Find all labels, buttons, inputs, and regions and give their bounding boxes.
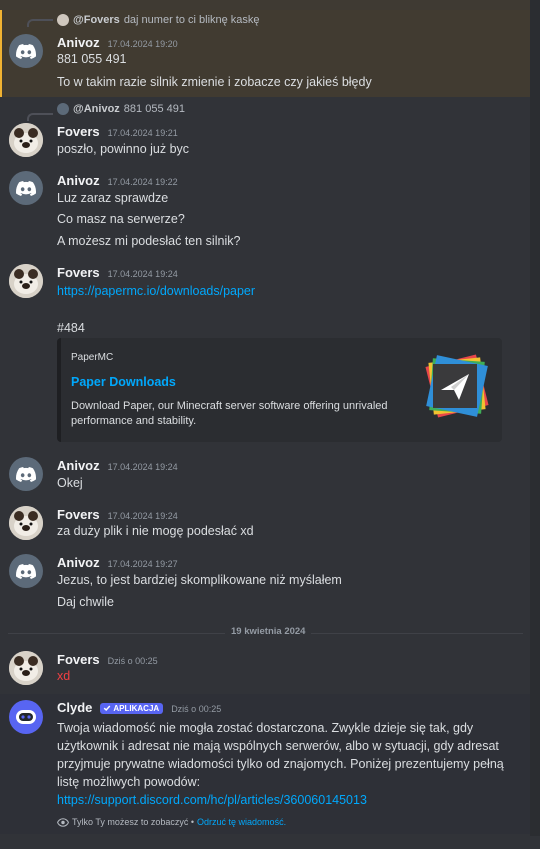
avatar[interactable] bbox=[9, 457, 43, 491]
message-text: #484 bbox=[57, 321, 85, 335]
avatar[interactable] bbox=[9, 651, 43, 685]
dismiss-message-link[interactable]: Odrzuć tę wiadomość. bbox=[197, 817, 286, 827]
message-header: Anivoz 17.04.2024 19:22 bbox=[57, 173, 178, 188]
user-avatar-image bbox=[9, 506, 43, 540]
message-header: Fovers 17.04.2024 19:24 bbox=[57, 265, 178, 280]
timestamp[interactable]: 17.04.2024 19:24 bbox=[108, 269, 178, 279]
user-avatar-image bbox=[9, 264, 43, 298]
message-header: Anivoz 17.04.2024 19:27 bbox=[57, 555, 178, 570]
message-text-failed: xd bbox=[57, 669, 71, 683]
author-name[interactable]: Fovers bbox=[57, 652, 100, 667]
message-text: za duży plik i nie mogę podesłać xd bbox=[57, 524, 254, 538]
author-name[interactable]: Fovers bbox=[57, 265, 100, 280]
author-name[interactable]: Fovers bbox=[57, 124, 100, 139]
timestamp[interactable]: 17.04.2024 19:27 bbox=[108, 559, 178, 569]
author-name[interactable]: Anivoz bbox=[57, 555, 100, 570]
reply-author[interactable]: @Fovers bbox=[73, 14, 120, 26]
message-text: Daj chwile bbox=[57, 595, 114, 609]
user-avatar-image bbox=[9, 123, 43, 157]
author-name[interactable]: Anivoz bbox=[57, 35, 100, 50]
timestamp[interactable]: 17.04.2024 19:24 bbox=[108, 462, 178, 472]
clyde-text: Twoja wiadomość nie mogła zostać dostarc… bbox=[57, 721, 504, 789]
message-text: Co masz na serwerze? bbox=[57, 212, 185, 226]
author-name[interactable]: Clyde bbox=[57, 700, 92, 715]
reply-avatar bbox=[57, 103, 69, 115]
avatar[interactable] bbox=[9, 123, 43, 157]
discord-logo-icon bbox=[16, 180, 36, 196]
date-divider: 19 kwietnia 2024 bbox=[225, 626, 312, 637]
avatar[interactable] bbox=[9, 700, 43, 734]
discord-logo-icon bbox=[16, 466, 36, 482]
link-embed: PaperMC Paper Downloads Download Paper, … bbox=[57, 338, 502, 442]
paper-plane-icon[interactable] bbox=[421, 352, 489, 420]
support-link[interactable]: https://support.discord.com/hc/pl/articl… bbox=[57, 793, 367, 807]
avatar[interactable] bbox=[9, 171, 43, 205]
ephemeral-text: Tylko Ty możesz to zobaczyć • bbox=[72, 817, 195, 827]
message-link[interactable]: https://papermc.io/downloads/paper bbox=[57, 284, 255, 298]
app-badge: APLIKACJA bbox=[100, 702, 164, 714]
check-icon bbox=[104, 705, 111, 712]
timestamp[interactable]: 17.04.2024 19:22 bbox=[108, 177, 178, 187]
message-header: Anivoz 17.04.2024 19:24 bbox=[57, 458, 178, 473]
discord-logo-icon bbox=[16, 43, 36, 59]
message-header: Anivoz 17.04.2024 19:20 bbox=[57, 35, 178, 50]
message-text: Luz zaraz sprawdze bbox=[57, 191, 169, 205]
timestamp[interactable]: 17.04.2024 19:20 bbox=[108, 39, 178, 49]
message-text: Okej bbox=[57, 476, 83, 490]
eye-icon bbox=[57, 817, 69, 827]
author-name[interactable]: Anivoz bbox=[57, 458, 100, 473]
message-text: Jezus, to jest bardziej skomplikowane ni… bbox=[57, 573, 342, 587]
clyde-bot-icon bbox=[16, 710, 36, 724]
message-header: Fovers 17.04.2024 19:21 bbox=[57, 124, 178, 139]
author-name[interactable]: Anivoz bbox=[57, 173, 100, 188]
message-header: Fovers Dziś o 00:25 bbox=[57, 652, 158, 667]
author-name[interactable]: Fovers bbox=[57, 507, 100, 522]
scrollbar-track[interactable] bbox=[530, 0, 540, 849]
message-header: Clyde APLIKACJA Dziś o 00:25 bbox=[57, 700, 221, 715]
avatar[interactable] bbox=[9, 264, 43, 298]
message-text: To w takim razie silnik zmienie i zobacz… bbox=[57, 75, 372, 89]
user-avatar-image bbox=[9, 651, 43, 685]
timestamp[interactable]: Dziś o 00:25 bbox=[108, 656, 158, 666]
timestamp[interactable]: 17.04.2024 19:21 bbox=[108, 128, 178, 138]
reply-preview[interactable]: @Anivoz 881 055 491 bbox=[57, 103, 185, 115]
message-text: 881 055 491 bbox=[57, 52, 127, 66]
reply-author[interactable]: @Anivoz bbox=[73, 103, 120, 115]
timestamp[interactable]: 17.04.2024 19:24 bbox=[108, 511, 178, 521]
embed-description: Download Paper, our Minecraft server sof… bbox=[71, 400, 388, 427]
avatar[interactable] bbox=[9, 34, 43, 68]
reply-spine bbox=[27, 19, 53, 27]
reply-text: daj numer to ci bliknę kaskę bbox=[123, 14, 260, 26]
message-header: Fovers 17.04.2024 19:24 bbox=[57, 507, 178, 522]
avatar[interactable] bbox=[9, 554, 43, 588]
timestamp[interactable]: Dziś o 00:25 bbox=[171, 704, 221, 714]
message-text: poszło, powinno już byc bbox=[57, 142, 190, 156]
reply-avatar bbox=[57, 14, 69, 26]
ephemeral-notice: Tylko Ty możesz to zobaczyć • Odrzuć tę … bbox=[57, 817, 286, 827]
top-edge bbox=[0, 0, 540, 10]
embed-provider: PaperMC bbox=[71, 352, 114, 363]
discord-logo-icon bbox=[16, 563, 36, 579]
reply-preview[interactable]: @Fovers daj numer to ci bliknę kaskę bbox=[57, 14, 260, 26]
message-text: A możesz mi podesłać ten silnik? bbox=[57, 234, 241, 248]
reply-text: 881 055 491 bbox=[123, 103, 185, 115]
app-badge-label: APLIKACJA bbox=[113, 703, 160, 713]
bottom-edge bbox=[0, 836, 540, 849]
reply-spine bbox=[27, 113, 53, 121]
clyde-message-text: Twoja wiadomość nie mogła zostać dostarc… bbox=[57, 719, 512, 809]
avatar[interactable] bbox=[9, 506, 43, 540]
embed-title-link[interactable]: Paper Downloads bbox=[71, 375, 176, 389]
